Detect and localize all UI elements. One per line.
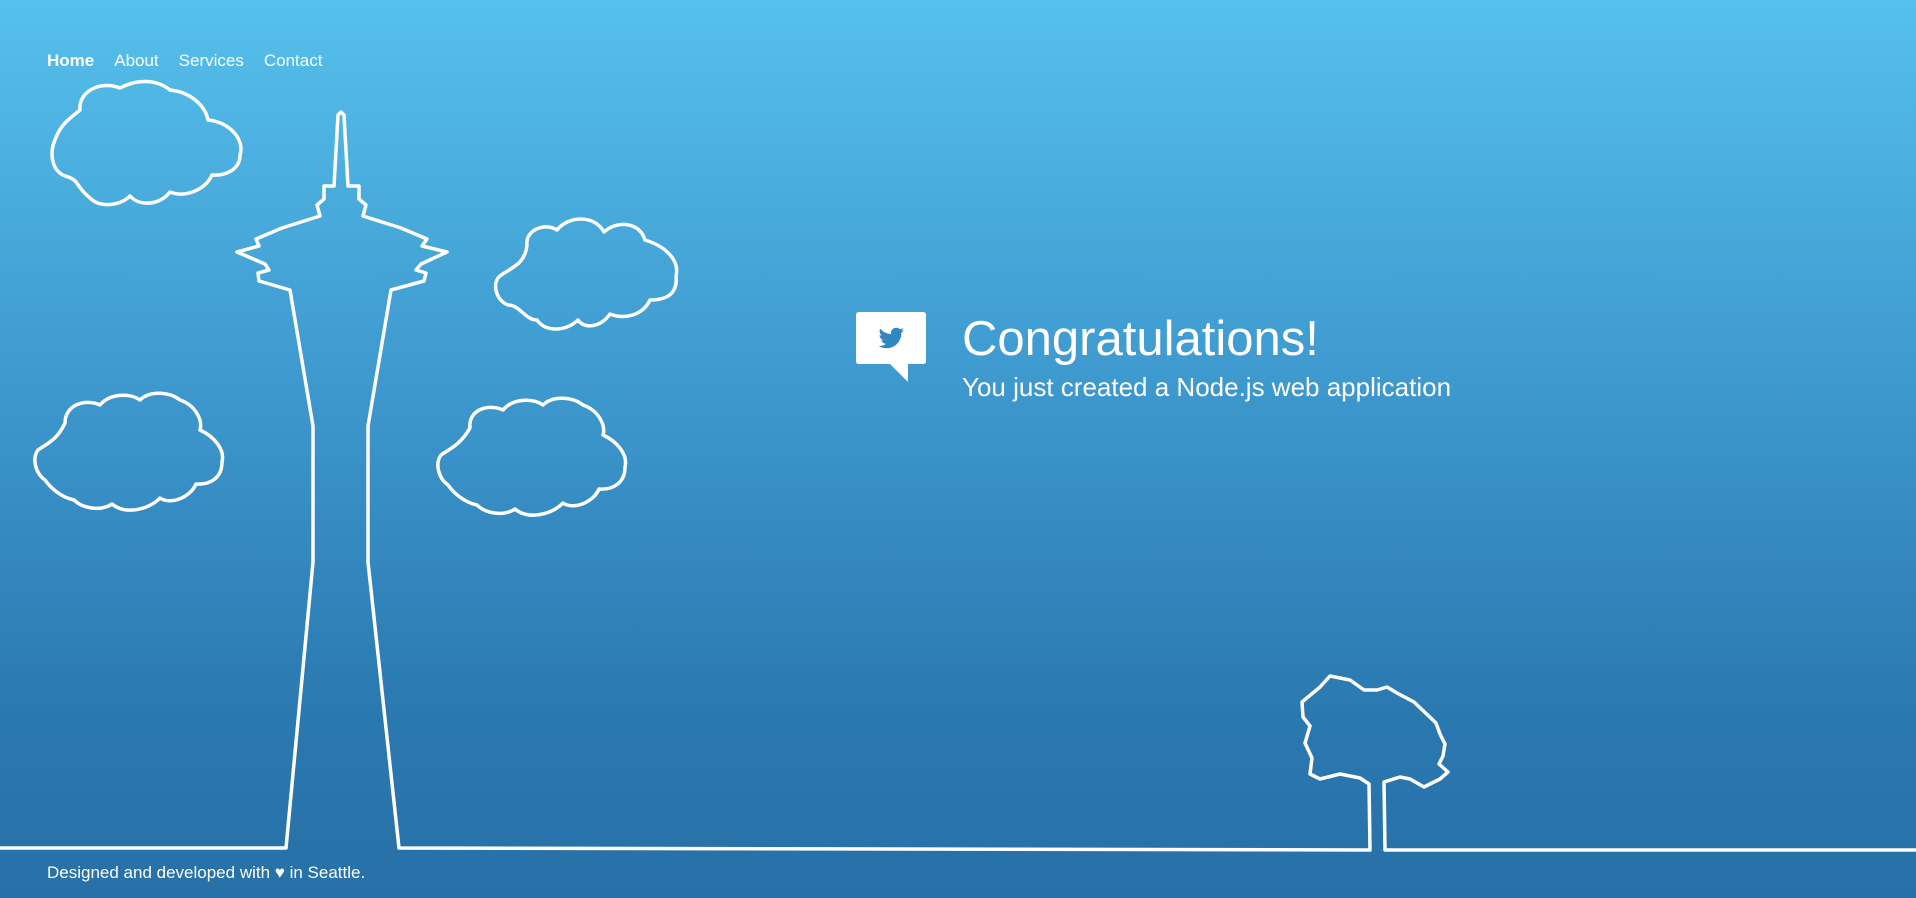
hero-section: Congratulations! You just created a Node… xyxy=(856,311,1451,403)
cloud-1 xyxy=(50,79,243,207)
hero-title: Congratulations! xyxy=(962,312,1319,366)
seattle-skyline-illustration xyxy=(0,79,1916,852)
ground-line xyxy=(0,110,1916,852)
cloud-2 xyxy=(493,217,679,331)
hero-text: Congratulations! You just created a Node… xyxy=(962,311,1451,403)
cloud-4 xyxy=(436,396,628,517)
cloud-3 xyxy=(33,391,225,512)
footer-text: Designed and developed with ♥ in Seattle… xyxy=(47,863,366,882)
twitter-bird-speech-bubble-icon xyxy=(856,312,926,382)
hero-subtitle: You just created a Node.js web applicati… xyxy=(962,372,1452,402)
